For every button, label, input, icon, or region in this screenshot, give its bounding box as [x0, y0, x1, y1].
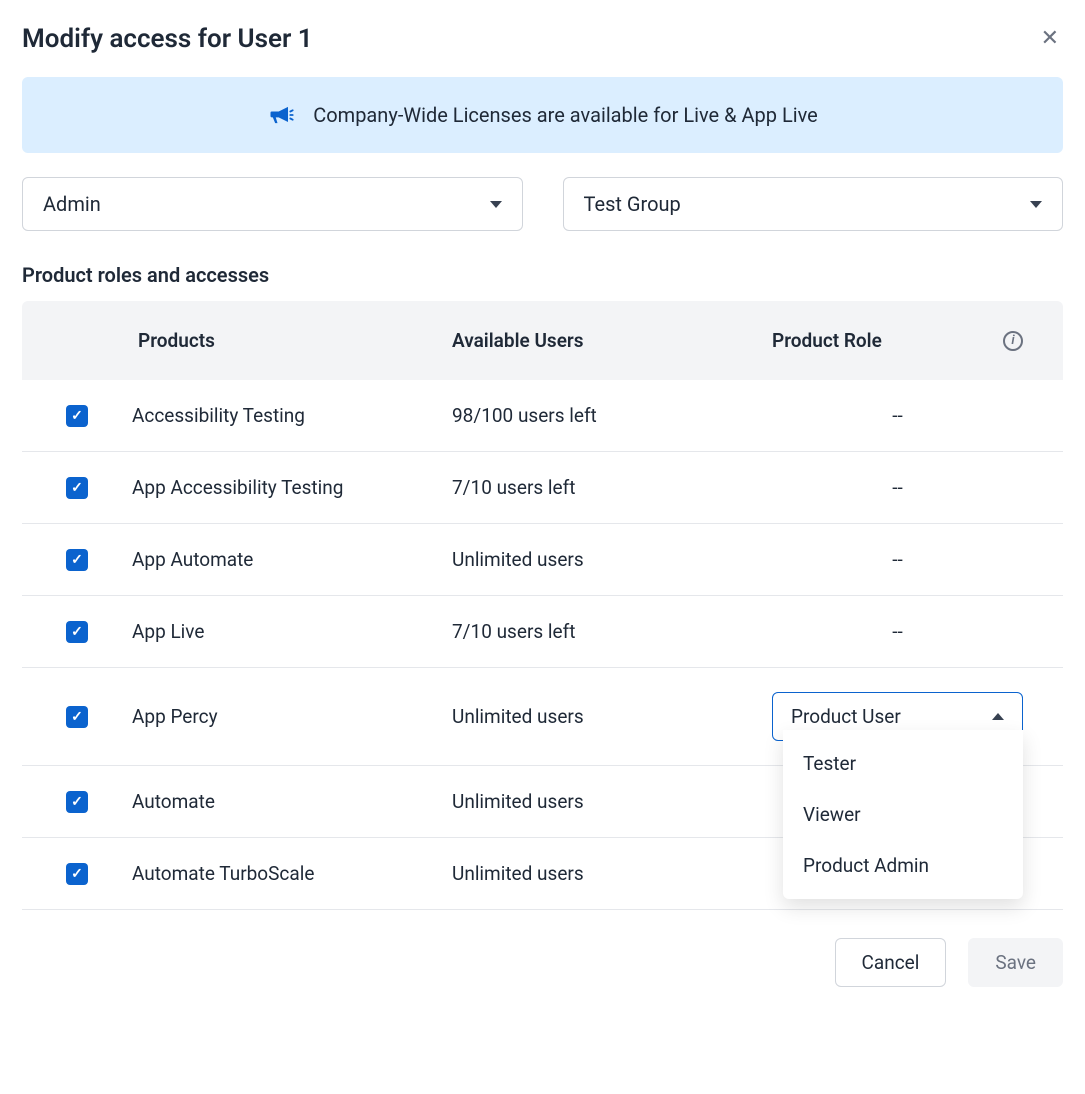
table-row: ✓ App Accessibility Testing 7/10 users l…: [22, 452, 1063, 524]
product-role-value: Product User: [791, 705, 901, 728]
role-option-product-admin[interactable]: Product Admin: [783, 840, 1023, 891]
dialog-title: Modify access for User 1: [22, 24, 313, 54]
product-checkbox[interactable]: ✓: [66, 791, 88, 813]
role-type-select[interactable]: Admin: [22, 177, 523, 231]
available-users: 7/10 users left: [452, 620, 772, 643]
cancel-button[interactable]: Cancel: [835, 938, 947, 987]
table-row: ✓ App Percy Unlimited users Product User…: [22, 668, 1063, 766]
megaphone-icon: [267, 101, 295, 129]
product-checkbox[interactable]: ✓: [66, 706, 88, 728]
available-users: Unlimited users: [452, 790, 772, 813]
product-name: App Percy: [132, 705, 452, 728]
product-name: Accessibility Testing: [132, 404, 452, 427]
save-button[interactable]: Save: [968, 938, 1063, 987]
section-label: Product roles and accesses: [22, 263, 1063, 287]
product-role: --: [772, 548, 1063, 571]
role-option-tester[interactable]: Tester: [783, 738, 1023, 789]
column-available-users: Available Users: [452, 329, 772, 352]
chevron-up-icon: [992, 713, 1004, 720]
table-header: Products Available Users Product Role i: [22, 301, 1063, 380]
selectors-row: Admin Test Group: [22, 177, 1063, 231]
product-role-dropdown: Tester Viewer Product Admin: [783, 730, 1023, 899]
column-products: Products: [132, 329, 452, 352]
check-icon: ✓: [71, 794, 83, 810]
table-row: ✓ Accessibility Testing 98/100 users lef…: [22, 380, 1063, 452]
product-checkbox[interactable]: ✓: [66, 863, 88, 885]
product-name: App Live: [132, 620, 452, 643]
banner-text: Company-Wide Licenses are available for …: [313, 103, 818, 127]
chevron-down-icon: [1030, 201, 1042, 208]
product-checkbox[interactable]: ✓: [66, 621, 88, 643]
check-icon: ✓: [71, 408, 83, 424]
available-users: Unlimited users: [452, 705, 772, 728]
column-product-role-label: Product Role: [772, 329, 882, 352]
product-checkbox[interactable]: ✓: [66, 405, 88, 427]
product-name: Automate: [132, 790, 452, 813]
check-icon: ✓: [71, 709, 83, 725]
table-row: ✓ App Automate Unlimited users --: [22, 524, 1063, 596]
product-name: Automate TurboScale: [132, 862, 452, 885]
products-table: Products Available Users Product Role i …: [22, 301, 1063, 910]
check-icon: ✓: [71, 866, 83, 882]
group-select[interactable]: Test Group: [563, 177, 1064, 231]
product-role: --: [772, 476, 1063, 499]
product-name: App Automate: [132, 548, 452, 571]
product-checkbox[interactable]: ✓: [66, 549, 88, 571]
check-icon: ✓: [71, 624, 83, 640]
available-users: 98/100 users left: [452, 404, 772, 427]
product-checkbox[interactable]: ✓: [66, 477, 88, 499]
role-type-value: Admin: [43, 192, 101, 216]
close-icon[interactable]: ✕: [1037, 22, 1063, 55]
check-icon: ✓: [71, 480, 83, 496]
check-icon: ✓: [71, 552, 83, 568]
role-option-viewer[interactable]: Viewer: [783, 789, 1023, 840]
available-users: Unlimited users: [452, 548, 772, 571]
product-name: App Accessibility Testing: [132, 476, 452, 499]
license-banner: Company-Wide Licenses are available for …: [22, 77, 1063, 153]
chevron-down-icon: [490, 201, 502, 208]
available-users: 7/10 users left: [452, 476, 772, 499]
product-role: --: [772, 620, 1063, 643]
group-value: Test Group: [584, 192, 681, 216]
available-users: Unlimited users: [452, 862, 772, 885]
table-row: ✓ App Live 7/10 users left --: [22, 596, 1063, 668]
column-product-role: Product Role i: [772, 329, 1063, 352]
info-icon[interactable]: i: [1003, 331, 1023, 351]
dialog-footer: Cancel Save: [22, 938, 1063, 987]
dialog-header: Modify access for User 1 ✕: [22, 22, 1063, 55]
product-role: --: [772, 404, 1063, 427]
